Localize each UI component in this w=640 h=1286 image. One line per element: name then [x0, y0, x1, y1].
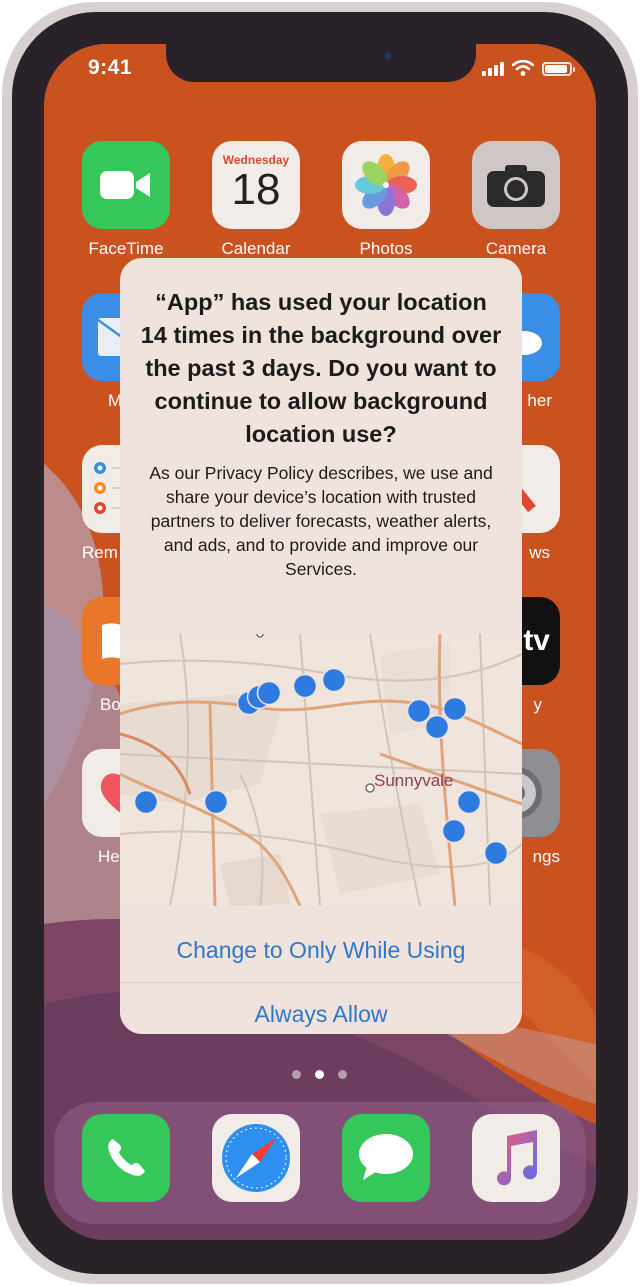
dock-app-music[interactable] — [472, 1114, 560, 1202]
facetime-icon — [82, 141, 170, 229]
photos-icon — [342, 141, 430, 229]
page-dot — [292, 1070, 301, 1079]
home-screen: 9:41 FaceTime Wednesday 18 Calendar Phot… — [44, 44, 596, 1240]
front-camera — [385, 52, 391, 60]
alert-title: “App” has used your location 14 times in… — [140, 289, 502, 447]
page-indicator[interactable] — [292, 1070, 347, 1079]
app-facetime[interactable]: FaceTime — [82, 141, 170, 259]
safari-icon — [212, 1114, 300, 1202]
app-calendar[interactable]: Wednesday 18 Calendar — [212, 141, 300, 259]
app-label: Camera — [485, 239, 547, 258]
change-to-while-using-button[interactable]: Change to Only While Using — [120, 918, 522, 982]
app-label: Calendar — [221, 239, 291, 258]
cellular-signal-icon — [482, 62, 504, 76]
calendar-icon: Wednesday 18 — [212, 141, 300, 229]
alert-message: As our Privacy Policy describes, we use … — [149, 463, 493, 579]
page-dot — [338, 1070, 347, 1079]
calendar-day: 18 — [231, 165, 281, 214]
music-icon — [472, 1114, 560, 1202]
page-dot-active — [315, 1070, 324, 1079]
notch — [166, 44, 476, 82]
tv-icon-text: tv — [523, 624, 550, 657]
camera-icon — [472, 141, 560, 229]
dock-app-messages[interactable] — [342, 1114, 430, 1202]
battery-icon — [542, 62, 575, 76]
status-icons — [482, 60, 575, 76]
app-label: FaceTime — [88, 239, 164, 258]
phone-icon — [82, 1114, 170, 1202]
map-place-label: Sunnyvale — [374, 771, 453, 790]
status-time: 9:41 — [88, 56, 133, 79]
app-photos[interactable]: Photos — [342, 141, 430, 259]
dock-app-phone[interactable] — [82, 1114, 170, 1202]
wifi-icon — [512, 60, 534, 76]
dock-app-safari[interactable] — [212, 1114, 300, 1202]
always-allow-button[interactable]: Always Allow — [120, 982, 522, 1034]
location-alert: “App” has used your location 14 times in… — [120, 258, 522, 1034]
app-camera[interactable]: Camera — [472, 141, 560, 259]
messages-icon — [342, 1114, 430, 1202]
location-map: Sunnyvale — [120, 630, 522, 907]
app-label: Photos — [359, 239, 413, 258]
